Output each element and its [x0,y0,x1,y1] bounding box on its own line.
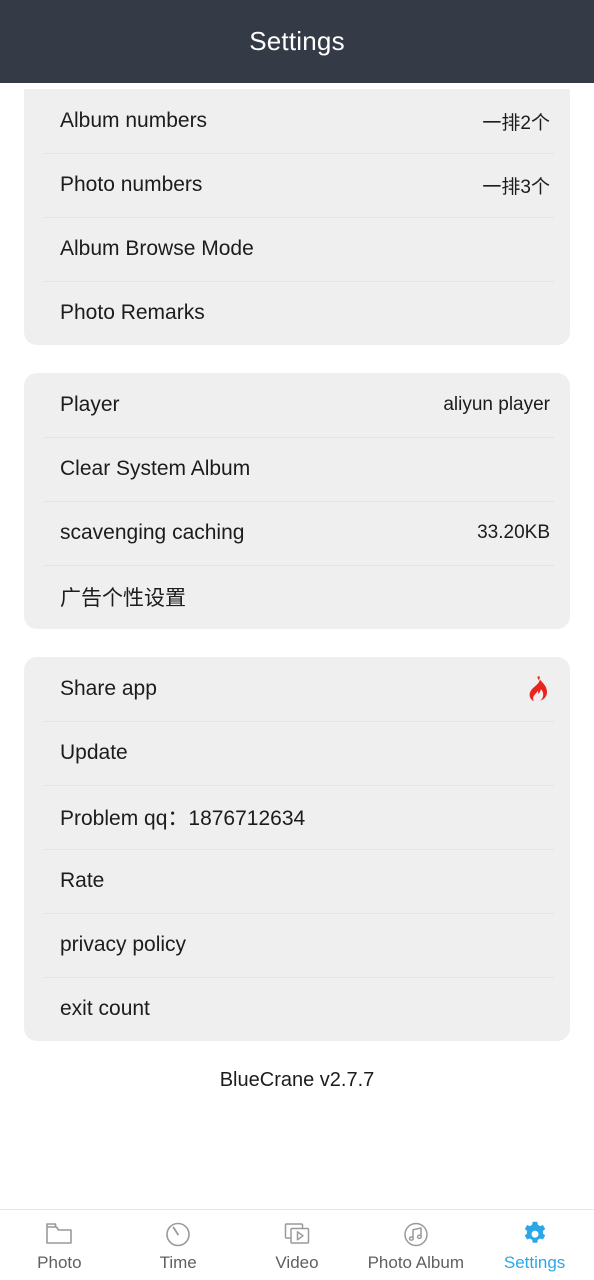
row-label: Photo numbers [60,173,203,196]
row-label: Rate [60,869,105,892]
tab-time[interactable]: Time [119,1210,238,1280]
row-value: 一排3个 [482,176,550,198]
app-header: Settings [0,0,594,83]
settings-row-problem-qq[interactable]: Problem qq：1876712634 [24,785,570,849]
row-label: Album Browse Mode [60,237,254,260]
tab-label: Photo [37,1253,82,1272]
video-frames-icon [282,1219,312,1249]
tab-label: Photo Album [367,1253,464,1272]
settings-row-player[interactable]: Player aliyun player [24,373,570,437]
row-label: Clear System Album [60,457,251,480]
settings-scroll-area[interactable]: Album numbers 一排2个 Photo numbers 一排3个 Al… [0,83,594,1209]
gear-icon [520,1219,550,1249]
row-label: Update [60,741,128,764]
music-note-circle-icon [401,1219,431,1249]
settings-row-ad-personalization[interactable]: 广告个性设置 [24,565,570,629]
settings-screen: Settings Album numbers 一排2个 Photo number… [0,0,594,1280]
settings-row-album-numbers[interactable]: Album numbers 一排2个 [24,89,570,153]
tab-photo-album[interactable]: Photo Album [356,1210,475,1280]
tab-label: Settings [503,1253,566,1272]
row-label: Photo Remarks [60,301,205,324]
settings-row-scavenging-caching[interactable]: scavenging caching 33.20KB [24,501,570,565]
tab-photo[interactable]: Photo [0,1210,119,1280]
tab-label: Video [275,1253,319,1272]
settings-row-clear-system-album[interactable]: Clear System Album [24,437,570,501]
settings-card-player-storage: Player aliyun player Clear System Album … [24,373,570,629]
tab-label: Time [159,1253,197,1272]
settings-row-privacy-policy[interactable]: privacy policy [24,913,570,977]
row-label: Album numbers [60,109,208,132]
tab-settings[interactable]: Settings [475,1210,594,1280]
row-label: Problem qq：1876712634 [60,807,306,830]
settings-row-photo-numbers[interactable]: Photo numbers 一排3个 [24,153,570,217]
settings-row-album-browse-mode[interactable]: Album Browse Mode [24,217,570,281]
settings-row-update[interactable]: Update [24,721,570,785]
row-value: aliyun player [443,394,550,415]
app-version-label: BlueCrane v2.7.7 [219,1069,375,1091]
folder-icon [44,1219,74,1249]
row-value: 一排2个 [482,112,550,134]
row-label: Share app [60,677,157,700]
settings-card-about: Share app Update Problem qq：1876712634 R… [24,657,570,1041]
row-label: scavenging caching [60,521,245,544]
bottom-tab-bar: Photo Time Video Photo Album Settings [0,1209,594,1280]
row-label: exit count [60,997,150,1020]
settings-row-exit-count[interactable]: exit count [24,977,570,1041]
row-value: 33.20KB [477,522,550,543]
flame-icon [526,676,550,702]
page-title: Settings [249,26,345,56]
row-label: Player [60,393,120,416]
settings-card-display: Album numbers 一排2个 Photo numbers 一排3个 Al… [24,89,570,345]
settings-row-share-app[interactable]: Share app [24,657,570,721]
settings-row-rate[interactable]: Rate [24,849,570,913]
row-label: privacy policy [60,933,187,956]
tab-video[interactable]: Video [238,1210,357,1280]
timer-icon [163,1219,193,1249]
row-label: 广告个性设置 [60,587,186,610]
settings-row-photo-remarks[interactable]: Photo Remarks [24,281,570,345]
